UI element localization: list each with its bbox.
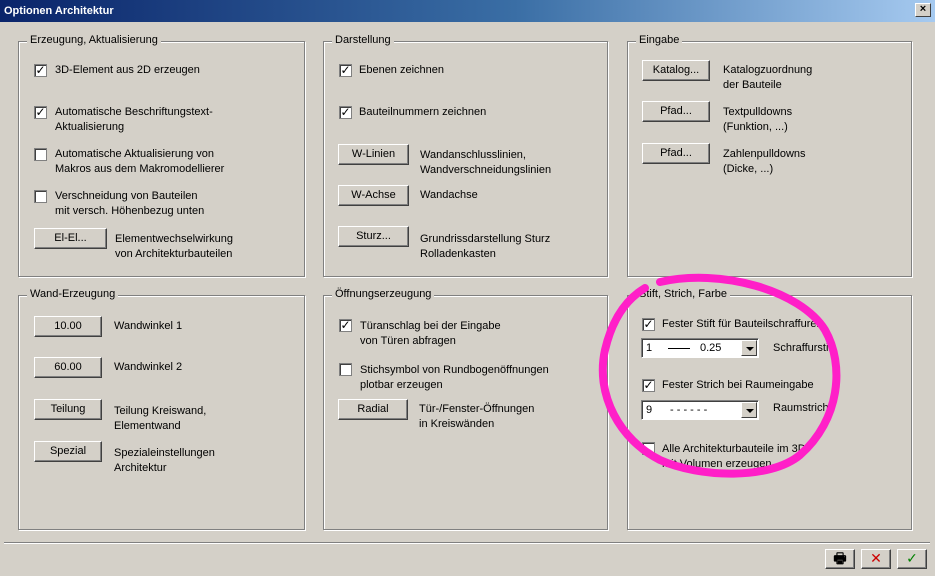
label-teilung-1: Teilung Kreiswand, xyxy=(114,405,207,417)
label-spezial-1: Spezialeinstellungen xyxy=(114,447,215,459)
raumstrich-number: 9 xyxy=(646,404,653,416)
group-wand: Wand-Erzeugung 10.00 Wandwinkel 1 60.00 … xyxy=(18,288,305,530)
pfad-text-button[interactable]: Pfad... xyxy=(642,101,710,122)
label-beschriftung-1: Automatische Beschriftungstext- xyxy=(55,106,213,118)
checkbox-beschriftung[interactable]: ✓ xyxy=(34,106,47,119)
schraffurstift-value: 0.25 xyxy=(700,342,722,354)
label-pfad-zahlen-2: (Dicke, ...) xyxy=(723,163,774,175)
label-architekturbauteile-2: mit Volumen erzeugen xyxy=(662,458,772,470)
label-3d-element: 3D-Element aus 2D erzeugen xyxy=(55,64,200,76)
chevron-down-icon[interactable] xyxy=(741,340,757,356)
label-ebenen: Ebenen zeichnen xyxy=(359,64,445,76)
cancel-icon: ✕ xyxy=(870,550,882,566)
label-bauteilnummern: Bauteilnummern zeichnen xyxy=(359,106,487,118)
raumstrich-pattern: - - - - - - xyxy=(670,404,708,416)
group-darstellung: Darstellung ✓ Ebenen zeichnen ✓ Bauteiln… xyxy=(323,34,608,277)
group-eingabe: Eingabe Katalog... Katalogzuordnung der … xyxy=(627,34,912,277)
wandwinkel2-button[interactable]: 60.00 xyxy=(34,357,102,378)
label-makro-1: Automatische Aktualisierung von xyxy=(55,148,214,160)
label-fester-stift: Fester Stift für Bauteilschraffuren xyxy=(662,318,823,330)
label-makro-2: Makros aus dem Makromodellierer xyxy=(55,163,225,175)
checkbox-bauteilnummern[interactable]: ✓ xyxy=(339,106,352,119)
label-sturz-2: Rolladenkasten xyxy=(420,248,496,260)
label-w-linien-1: Wandanschlusslinien, xyxy=(420,149,526,161)
sturz-button[interactable]: Sturz... xyxy=(338,226,409,247)
group-title-oeffnung: Öffnungserzeugung xyxy=(332,288,435,300)
label-katalog-2: der Bauteile xyxy=(723,79,782,91)
label-architekturbauteile-1: Alle Architekturbauteile im 3D xyxy=(662,443,806,455)
cancel-button[interactable]: ✕ xyxy=(861,549,891,569)
label-tueranschlag-1: Türanschlag bei der Eingabe xyxy=(360,320,501,332)
group-title-wand: Wand-Erzeugung xyxy=(27,288,119,300)
label-schraffurstift: Schraffurstift xyxy=(773,342,835,354)
label-stichsymbol-1: Stichsymbol von Rundbogenöffnungen xyxy=(360,364,549,376)
label-wandwinkel1: Wandwinkel 1 xyxy=(114,320,183,332)
label-stichsymbol-2: plotbar erzeugen xyxy=(360,379,443,391)
checkbox-fester-strich[interactable]: ✓ xyxy=(642,379,655,392)
label-el-el-2: von Architekturbauteilen xyxy=(115,248,233,260)
footer-separator xyxy=(4,542,930,544)
checkmark-icon: ✓ xyxy=(906,550,918,566)
label-sturz-1: Grundrissdarstellung Sturz xyxy=(420,233,551,245)
checkbox-makro[interactable] xyxy=(34,148,47,161)
label-el-el-1: Elementwechselwirkung xyxy=(115,233,233,245)
katalog-button[interactable]: Katalog... xyxy=(642,60,710,81)
radial-button[interactable]: Radial xyxy=(338,399,408,420)
group-title-darstellung: Darstellung xyxy=(332,34,394,46)
w-achse-button[interactable]: W-Achse xyxy=(338,185,409,206)
checkbox-tueranschlag[interactable]: ✓ xyxy=(339,319,352,332)
label-beschriftung-2: Aktualisierung xyxy=(55,121,125,133)
label-w-linien-2: Wandverschneidungslinien xyxy=(420,164,552,176)
label-radial-1: Tür-/Fenster-Öffnungen xyxy=(419,403,535,415)
window-title: Optionen Architektur xyxy=(4,5,114,17)
checkbox-fester-stift[interactable]: ✓ xyxy=(642,318,655,331)
label-fester-strich: Fester Strich bei Raumeingabe xyxy=(662,379,814,391)
schraffurstift-number: 1 xyxy=(646,342,653,354)
label-pfad-text-2: (Funktion, ...) xyxy=(723,121,788,133)
wandwinkel1-button[interactable]: 10.00 xyxy=(34,316,102,337)
label-pfad-zahlen-1: Zahlenpulldowns xyxy=(723,148,806,160)
label-pfad-text-1: Textpulldowns xyxy=(723,106,793,118)
teilung-button[interactable]: Teilung xyxy=(34,399,102,420)
group-stift: Stift, Strich, Farbe ✓ Fester Stift für … xyxy=(627,288,912,530)
pfad-zahlen-button[interactable]: Pfad... xyxy=(642,143,710,164)
label-wandwinkel2: Wandwinkel 2 xyxy=(114,361,183,373)
raumstrich-select[interactable]: 9 - - - - - - xyxy=(641,400,759,420)
print-button[interactable]: 🖶 xyxy=(825,549,855,569)
label-raumstrich: Raumstrich xyxy=(773,402,829,414)
group-title-eingabe: Eingabe xyxy=(636,34,683,46)
label-spezial-2: Architektur xyxy=(114,462,167,474)
w-linien-button[interactable]: W-Linien xyxy=(338,144,409,165)
spezial-button[interactable]: Spezial xyxy=(34,441,102,462)
group-erzeugung: Erzeugung, Aktualisierung ✓ 3D-Element a… xyxy=(18,34,305,277)
group-title-erzeugung: Erzeugung, Aktualisierung xyxy=(27,34,161,46)
checkbox-verschneidung[interactable] xyxy=(34,190,47,203)
title-bar: Optionen Architektur × xyxy=(0,0,935,22)
ok-button[interactable]: ✓ xyxy=(897,549,927,569)
checkbox-ebenen[interactable]: ✓ xyxy=(339,64,352,77)
el-el-button[interactable]: El-El... xyxy=(34,228,107,249)
label-radial-2: in Kreiswänden xyxy=(419,418,495,430)
label-verschneidung-1: Verschneidung von Bauteilen xyxy=(55,190,198,202)
checkbox-3d-element[interactable]: ✓ xyxy=(34,64,47,77)
pen-line-icon xyxy=(668,348,690,349)
schraffurstift-select[interactable]: 1 0.25 xyxy=(641,338,759,358)
checkbox-stichsymbol[interactable] xyxy=(339,363,352,376)
checkbox-architekturbauteile-3d[interactable] xyxy=(642,442,655,455)
close-icon[interactable]: × xyxy=(915,3,931,17)
label-katalog-1: Katalogzuordnung xyxy=(723,64,813,76)
group-title-stift: Stift, Strich, Farbe xyxy=(636,288,731,300)
chevron-down-icon[interactable] xyxy=(741,402,757,418)
label-w-achse: Wandachse xyxy=(420,189,478,201)
label-tueranschlag-2: von Türen abfragen xyxy=(360,335,456,347)
label-teilung-2: Elementwand xyxy=(114,420,181,432)
group-oeffnung: Öffnungserzeugung ✓ Türanschlag bei der … xyxy=(323,288,608,530)
printer-icon: 🖶 xyxy=(833,550,847,566)
label-verschneidung-2: mit versch. Höhenbezug unten xyxy=(55,205,205,217)
